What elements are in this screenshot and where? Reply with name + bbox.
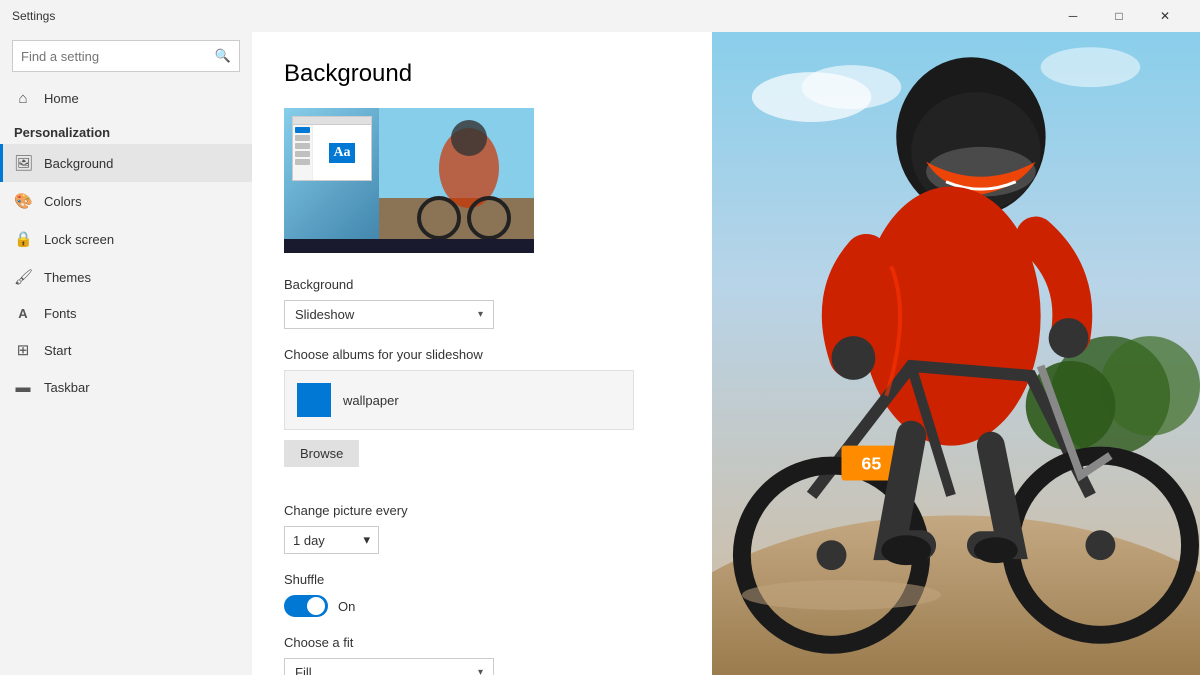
background-section-label: Background	[284, 277, 680, 292]
minimize-button[interactable]: ─	[1050, 0, 1096, 32]
sidebar-item-lock-label: Lock screen	[44, 232, 114, 247]
sidebar-item-home[interactable]: ⌂ Home	[0, 80, 252, 117]
preview-sidebar-item-3	[295, 143, 310, 149]
album-item-wallpaper[interactable]: wallpaper	[293, 379, 625, 421]
titlebar: Settings ─ □ ✕	[0, 0, 1200, 32]
window-controls: ─ □ ✕	[1050, 0, 1188, 32]
preview-sidebar-item-2	[295, 135, 310, 141]
preview-window-sidebar	[293, 125, 313, 180]
sidebar-item-start-label: Start	[44, 343, 71, 358]
bike-svg	[379, 108, 534, 253]
search-box[interactable]: 🔍	[12, 40, 240, 72]
search-input[interactable]	[21, 49, 215, 64]
search-icon: 🔍	[215, 48, 231, 64]
preview-sidebar-item-1	[295, 127, 310, 133]
preview-sidebar-item-4	[295, 151, 310, 157]
change-picture-arrow: ▾	[363, 532, 370, 548]
preview-window-content: Aa	[313, 125, 371, 180]
browse-button[interactable]: Browse	[284, 440, 359, 467]
shuffle-toggle[interactable]	[284, 595, 328, 617]
change-picture-label: Change picture every	[284, 503, 680, 518]
sidebar-item-fonts-label: Fonts	[44, 306, 77, 321]
preview-bike-image	[379, 108, 534, 253]
background-dropdown-arrow: ▾	[478, 309, 483, 320]
biker-svg: 65	[712, 32, 1200, 675]
change-picture-value: 1 day	[293, 533, 325, 548]
home-icon: ⌂	[14, 90, 32, 107]
fit-dropdown-arrow: ▾	[478, 667, 483, 675]
album-thumbnail	[297, 383, 331, 417]
lock-icon: 🔒	[14, 230, 32, 248]
toggle-state-label: On	[338, 599, 355, 614]
start-icon: ⊞	[14, 341, 32, 359]
shuffle-toggle-row: On	[284, 595, 680, 617]
change-picture-dropdown[interactable]: 1 day ▾	[284, 526, 379, 554]
app-body: 🔍 ⌂ Home Personalization 🖼 Background 🎨 …	[0, 32, 1200, 675]
sidebar-section-label: Personalization	[0, 117, 252, 144]
background-dropdown-value: Slideshow	[295, 307, 354, 322]
album-name: wallpaper	[343, 393, 399, 408]
sidebar-item-themes-label: Themes	[44, 270, 91, 285]
preview-desktop: Aa	[284, 108, 534, 253]
page-title: Background	[284, 60, 680, 88]
fit-label: Choose a fit	[284, 635, 680, 650]
sidebar-item-colors-label: Colors	[44, 194, 82, 209]
preview-sidebar-items	[293, 125, 312, 167]
sidebar-item-taskbar[interactable]: ▬ Taskbar	[0, 369, 252, 406]
svg-text:65: 65	[861, 454, 881, 474]
sidebar-item-background[interactable]: 🖼 Background	[0, 144, 252, 182]
sidebar-item-home-label: Home	[44, 91, 79, 106]
background-dropdown[interactable]: Slideshow ▾	[284, 300, 494, 329]
fit-dropdown[interactable]: Fill ▾	[284, 658, 494, 675]
close-button[interactable]: ✕	[1142, 0, 1188, 32]
preview-taskbar	[284, 239, 534, 253]
shuffle-label: Shuffle	[284, 572, 680, 587]
sidebar-item-start[interactable]: ⊞ Start	[0, 331, 252, 369]
background-icon: 🖼	[14, 154, 32, 172]
right-background: 65	[712, 32, 1200, 675]
sidebar-item-fonts[interactable]: A Fonts	[0, 296, 252, 331]
sidebar: 🔍 ⌂ Home Personalization 🖼 Background 🎨 …	[0, 32, 252, 675]
album-list: wallpaper	[284, 370, 634, 430]
fit-dropdown-value: Fill	[295, 665, 312, 675]
albums-label: Choose albums for your slideshow	[284, 347, 680, 362]
themes-icon: 🖌	[14, 268, 32, 286]
fonts-icon: A	[14, 306, 32, 321]
preview-window: Aa	[292, 116, 372, 181]
taskbar-icon: ▬	[14, 379, 32, 396]
sidebar-item-themes[interactable]: 🖌 Themes	[0, 258, 252, 296]
maximize-button[interactable]: □	[1096, 0, 1142, 32]
toggle-knob	[307, 597, 325, 615]
sidebar-item-colors[interactable]: 🎨 Colors	[0, 182, 252, 220]
sidebar-item-background-label: Background	[44, 156, 113, 171]
sidebar-item-lock-screen[interactable]: 🔒 Lock screen	[0, 220, 252, 258]
preview-window-titlebar	[293, 117, 371, 125]
preview-area: Aa	[284, 108, 534, 253]
sidebar-item-taskbar-label: Taskbar	[44, 380, 90, 395]
preview-aa-text: Aa	[329, 143, 354, 163]
preview-sidebar-item-5	[295, 159, 310, 165]
main-content: Background	[252, 32, 712, 675]
window-title: Settings	[12, 9, 1050, 23]
colors-icon: 🎨	[14, 192, 32, 210]
bike-visual	[379, 108, 534, 253]
